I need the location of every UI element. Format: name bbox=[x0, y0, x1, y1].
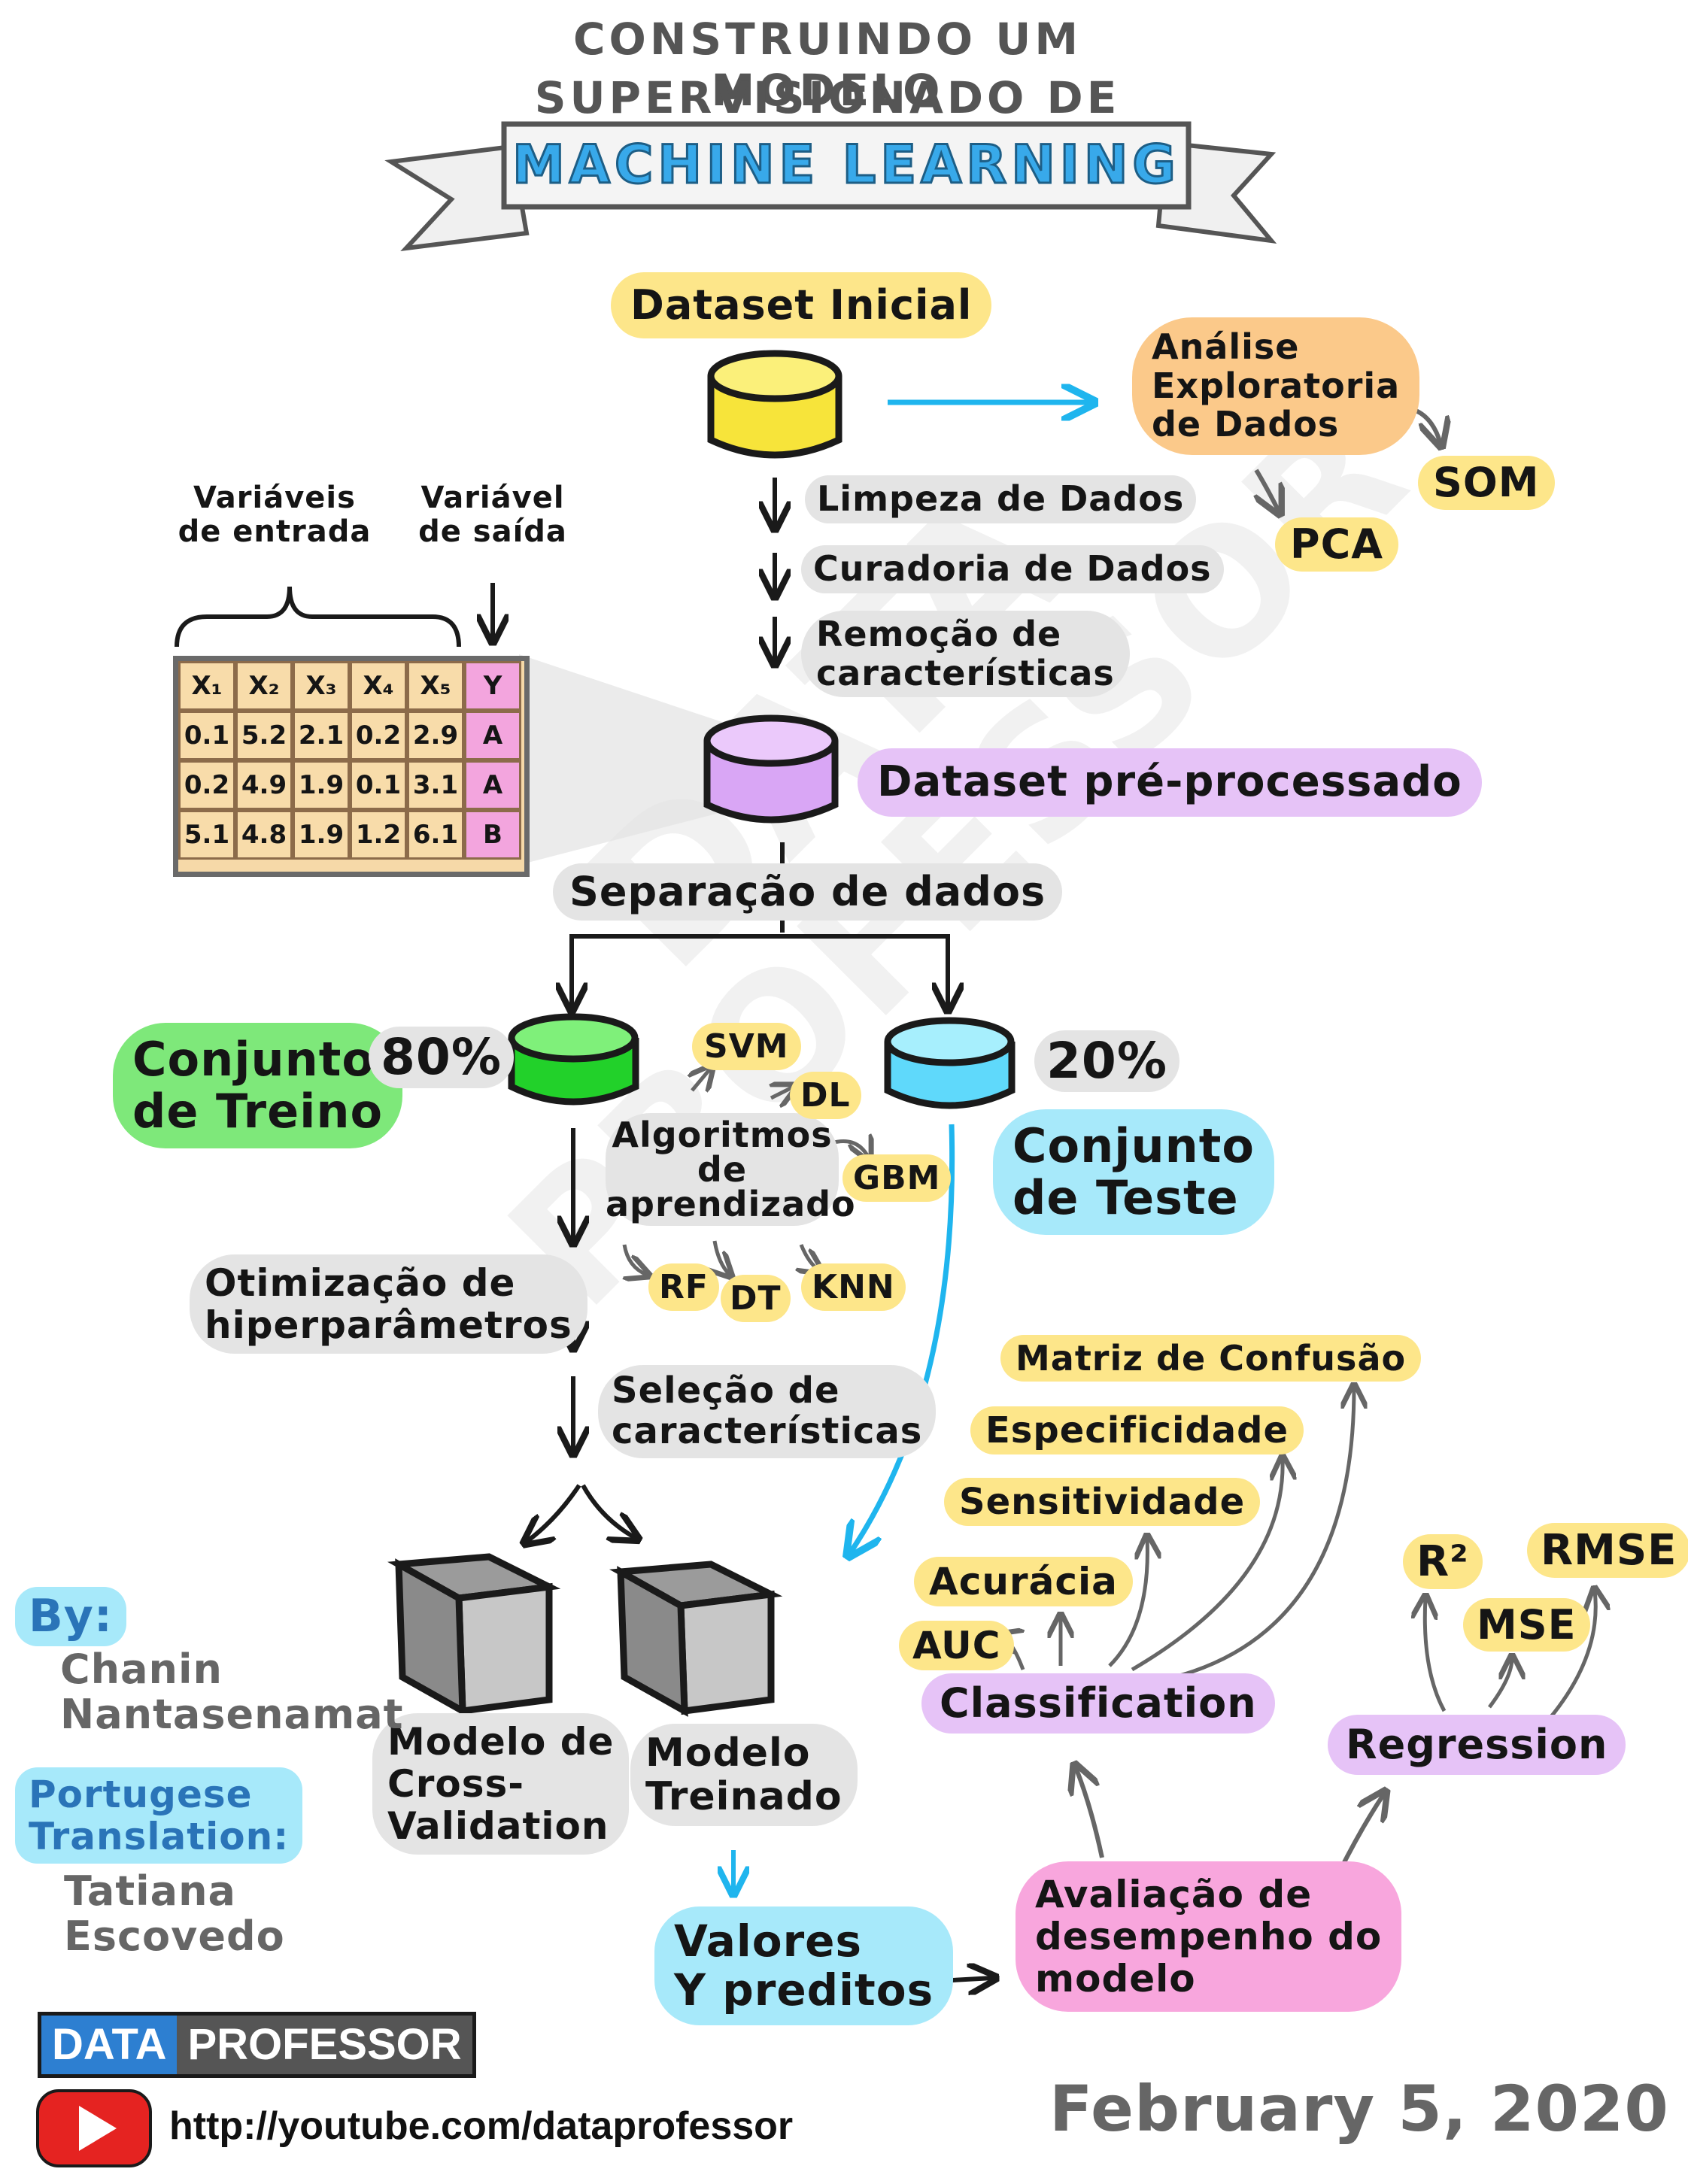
table-cell: 2.1 bbox=[293, 711, 350, 760]
table-header-cell: X₃ bbox=[293, 661, 350, 711]
table-cell: 1.2 bbox=[350, 810, 407, 860]
step-selecao: Seleção de características bbox=[598, 1365, 937, 1458]
node-regression: Regression bbox=[1328, 1715, 1626, 1776]
node-classification: Classification bbox=[921, 1673, 1275, 1734]
table-cell: 0.2 bbox=[350, 711, 407, 760]
metric-acuracia: Acurácia bbox=[914, 1557, 1133, 1606]
table-cell: 0.1 bbox=[178, 711, 235, 760]
brand-professor: PROFESSOR bbox=[177, 2016, 472, 2074]
table-cell: 0.1 bbox=[350, 760, 407, 810]
table-label-output: Variável de saída bbox=[418, 481, 567, 549]
table-header-cell: X₂ bbox=[235, 661, 293, 711]
credits-translator: Tatiana Escovedo bbox=[64, 1867, 285, 1961]
table-cell: A bbox=[464, 760, 521, 810]
algorithm-gbm: GBM bbox=[842, 1154, 952, 1202]
algorithm-knn: KNN bbox=[801, 1263, 906, 1311]
credits-author: Chanin Nantasenamat bbox=[60, 1646, 404, 1739]
node-avaliacao: Avaliação de desempenho do modelo bbox=[1016, 1861, 1402, 2012]
node-valores-preditos: Valores Y preditos bbox=[654, 1906, 954, 2025]
table-cell: 3.1 bbox=[407, 760, 464, 810]
table-cell: 4.9 bbox=[235, 760, 293, 810]
step-otimizacao: Otimização de hiperparâmetros bbox=[190, 1254, 587, 1354]
table-header-cell: Y bbox=[464, 661, 521, 711]
node-conjunto-teste: Conjunto de Teste bbox=[993, 1109, 1274, 1235]
model-cube-icon-trained bbox=[609, 1561, 783, 1717]
brand-logo: DATA PROFESSOR bbox=[38, 2012, 476, 2078]
algorithm-rf: RF bbox=[648, 1263, 719, 1311]
brand-data: DATA bbox=[41, 2016, 178, 2074]
algorithm-dl: DL bbox=[790, 1072, 861, 1119]
table-cell: A bbox=[464, 711, 521, 760]
metric-r2: R² bbox=[1403, 1534, 1483, 1589]
metric-rmse: RMSE bbox=[1527, 1523, 1688, 1578]
node-som: SOM bbox=[1418, 456, 1555, 511]
table-cell: 4.8 bbox=[235, 810, 293, 860]
table-cell: 5.1 bbox=[178, 810, 235, 860]
algorithm-svm: SVM bbox=[692, 1023, 801, 1070]
youtube-logo-icon bbox=[36, 2089, 152, 2167]
table-header-cell: X₄ bbox=[350, 661, 407, 711]
model-cube-icon-cv bbox=[387, 1553, 561, 1717]
metric-matriz-confusao: Matriz de Confusão bbox=[1000, 1335, 1422, 1382]
treino-percent: 80% bbox=[369, 1027, 514, 1088]
table-cell: 0.2 bbox=[178, 760, 235, 810]
step-separacao: Separação de dados bbox=[553, 863, 1063, 921]
youtube-link[interactable]: http://youtube.com/dataprofessor bbox=[169, 2104, 793, 2149]
step-curadoria: Curadoria de Dados bbox=[801, 545, 1224, 593]
table-label-inputs: Variáveis de entrada bbox=[178, 481, 372, 549]
metric-auc: AUC bbox=[899, 1621, 1015, 1670]
node-algoritmos: Algoritmos de aprendizado bbox=[606, 1113, 856, 1226]
table-cell: 1.9 bbox=[293, 760, 350, 810]
database-icon-train bbox=[508, 1013, 639, 1106]
data-table-grid: X₁ X₂ X₃ X₄ X₅ Y 0.1 5.2 2.1 0.2 2.9 A 0.2 4.9 1.9 0.1 3… bbox=[178, 661, 524, 864]
date-label: February 5, 2020 bbox=[1049, 2072, 1669, 2146]
metric-sensitividade: Sensitividade bbox=[944, 1478, 1261, 1526]
node-modelo-cv: Modelo de Cross- Validation bbox=[372, 1713, 630, 1855]
credits-by-label: By: bbox=[15, 1587, 126, 1647]
node-conjunto-treino: Conjunto de Treino bbox=[113, 1023, 403, 1148]
node-analise-exploratoria: Análise Exploratoria de Dados bbox=[1132, 317, 1420, 455]
step-limpeza: Limpeza de Dados bbox=[805, 475, 1197, 523]
node-dataset-preprocessado: Dataset pré-processado bbox=[858, 748, 1482, 817]
node-pca: PCA bbox=[1275, 517, 1398, 572]
metric-especificidade: Especificidade bbox=[970, 1406, 1304, 1454]
table-header-cell: X₅ bbox=[407, 661, 464, 711]
table-cell: 1.9 bbox=[293, 810, 350, 860]
table-cell: 5.2 bbox=[235, 711, 293, 760]
table-cell: 6.1 bbox=[407, 810, 464, 860]
table-cell: 2.9 bbox=[407, 711, 464, 760]
teste-percent: 20% bbox=[1034, 1030, 1179, 1092]
credits-translation-label: Portugese Translation: bbox=[15, 1767, 303, 1864]
node-dataset-inicial: Dataset Inicial bbox=[611, 272, 992, 339]
database-icon-test bbox=[884, 1017, 1016, 1109]
database-icon-preprocessed bbox=[703, 714, 839, 824]
algorithm-dt: DT bbox=[721, 1275, 791, 1322]
table-header-cell: X₁ bbox=[178, 661, 235, 711]
table-cell: B bbox=[464, 810, 521, 860]
database-icon-initial bbox=[707, 350, 842, 459]
metric-mse: MSE bbox=[1463, 1598, 1590, 1652]
node-modelo-treinado: Modelo Treinado bbox=[630, 1724, 858, 1827]
step-remocao: Remoção de características bbox=[801, 611, 1130, 698]
